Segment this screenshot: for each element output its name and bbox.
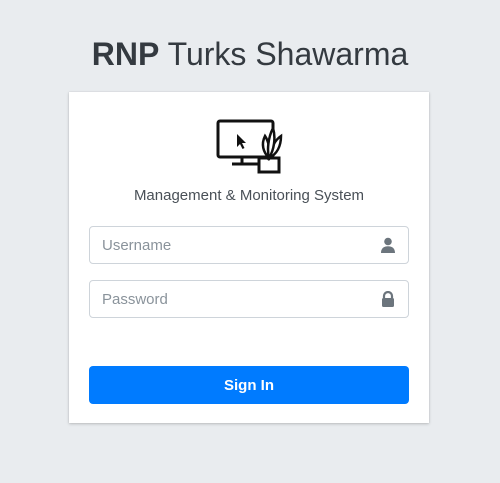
username-input[interactable] (90, 227, 370, 263)
brand-light: Turks Shawarma (167, 36, 409, 72)
user-icon (381, 237, 395, 253)
brand-bold: RNP (91, 36, 160, 72)
system-subtitle: Management & Monitoring System (133, 187, 365, 204)
lock-icon (382, 291, 394, 307)
app-brand-title: RNP Turks Shawarma (0, 33, 500, 75)
password-field[interactable] (89, 280, 409, 318)
password-input[interactable] (90, 281, 370, 317)
username-field[interactable] (89, 226, 409, 264)
login-card: Management & Monitoring System Sign In (69, 92, 429, 423)
sign-in-button[interactable]: Sign In (89, 366, 409, 404)
computer-plant-icon (216, 119, 283, 174)
